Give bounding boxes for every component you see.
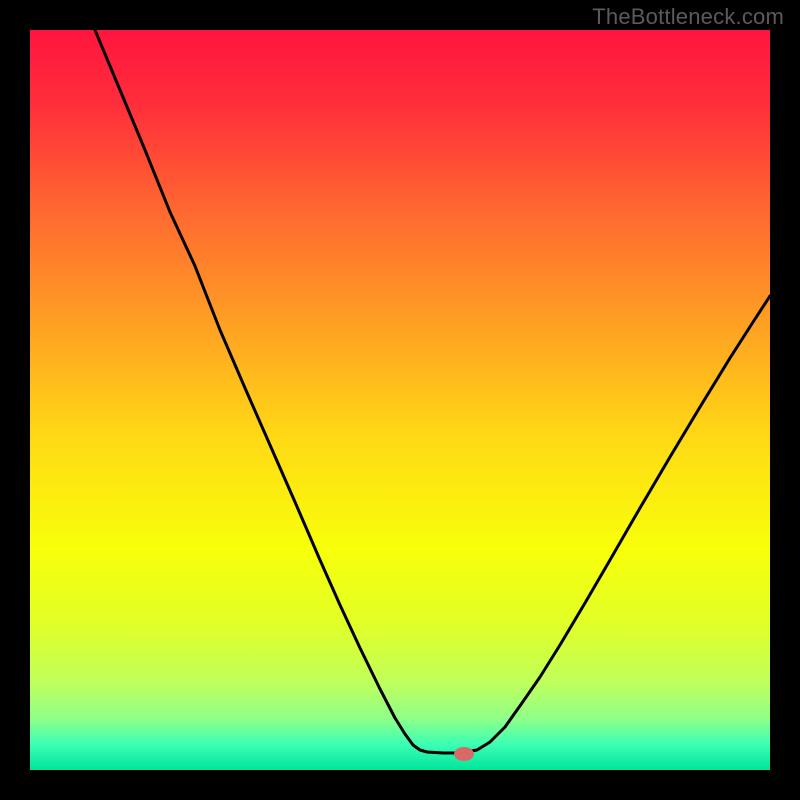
plot-area — [30, 30, 770, 770]
chart-frame: TheBottleneck.com — [0, 0, 800, 800]
watermark-text: TheBottleneck.com — [592, 4, 784, 30]
bottleneck-marker — [454, 747, 474, 761]
chart-svg — [30, 30, 770, 770]
